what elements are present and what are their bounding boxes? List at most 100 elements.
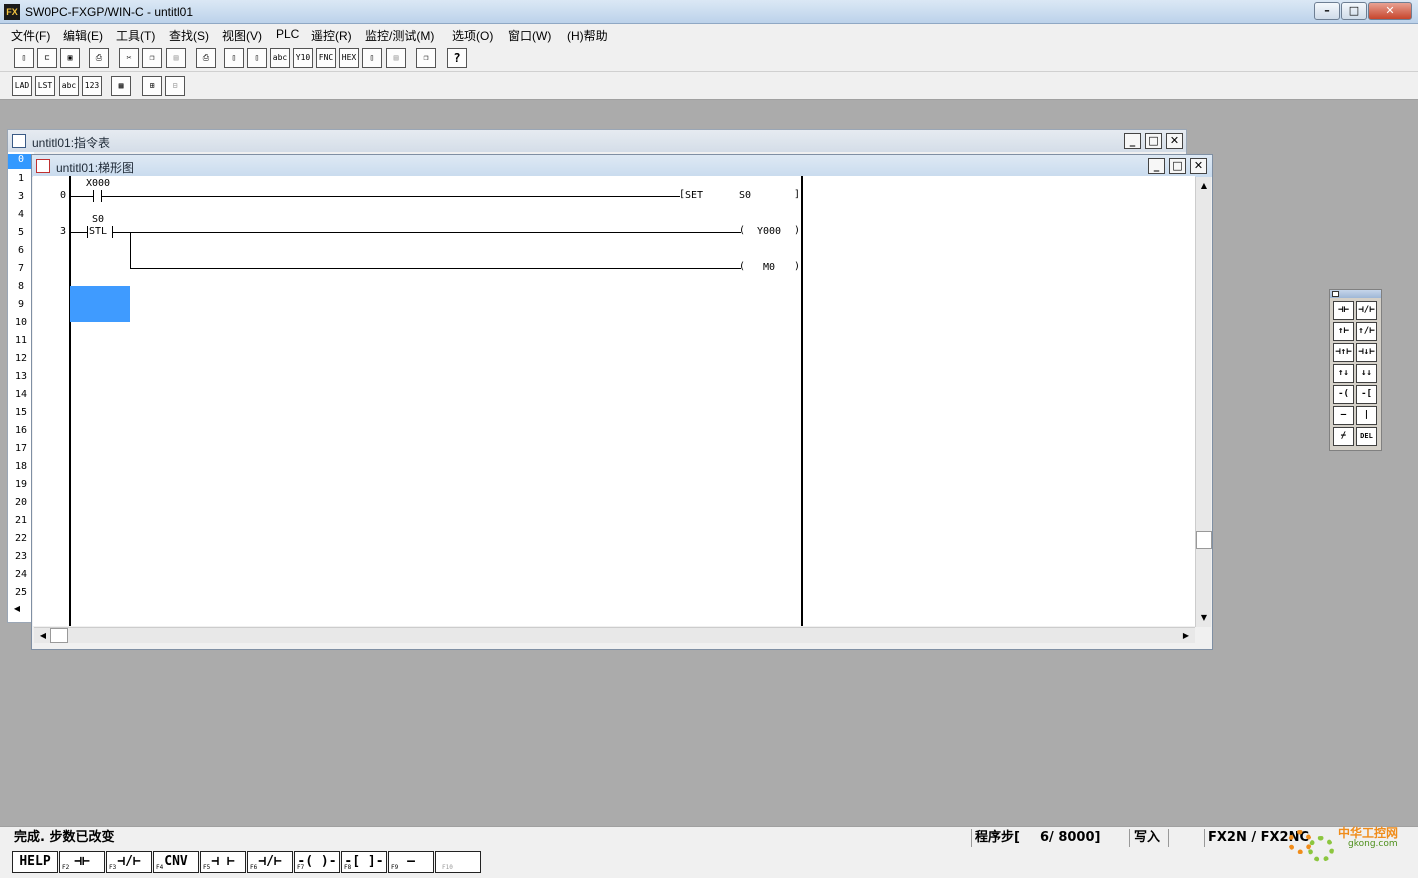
menu-view[interactable]: 视图(V)	[222, 27, 262, 44]
scroll-up-button[interactable]: ▲	[1197, 179, 1211, 193]
falling-edge-button[interactable]: ⊣↓⊢	[1356, 343, 1377, 362]
open-file-icon[interactable]: ⊏	[37, 48, 57, 68]
cut-icon[interactable]: ✂	[119, 48, 139, 68]
minimize-button[interactable]: –	[1314, 2, 1340, 20]
ladder-maximize-button[interactable]: □	[1169, 158, 1186, 174]
f8-instruction-key[interactable]: -[ ]- F8	[341, 851, 387, 873]
ladder-view-icon[interactable]: LAD	[12, 76, 32, 96]
fnc-icon[interactable]: FNC	[316, 48, 336, 68]
nc-contact-button[interactable]: ⊣/⊢	[1356, 301, 1377, 320]
parallel-rising-button[interactable]: ↑↓	[1333, 364, 1354, 383]
horizontal-line-button[interactable]: —	[1333, 406, 1354, 425]
instruction-list-icon[interactable]: LST	[35, 76, 55, 96]
f6-nc-key[interactable]: ⊣/⊢ F6	[247, 851, 293, 873]
comment-icon[interactable]: abc	[59, 76, 79, 96]
f9-line-key[interactable]: — F9	[388, 851, 434, 873]
new-file-icon[interactable]: ▯	[14, 48, 34, 68]
save-icon[interactable]: ▣	[60, 48, 80, 68]
parallel-falling-button[interactable]: ↓↓	[1356, 364, 1377, 383]
menu-file[interactable]: 文件(F)	[11, 27, 50, 44]
f3-nc-contact-key[interactable]: ⊣/⊢ F3	[106, 851, 152, 873]
f5-contact-key[interactable]: ⊣ ⊢ F5	[200, 851, 246, 873]
f2-contact-key[interactable]: ⊣⊢ F2	[59, 851, 105, 873]
list-minimize-button[interactable]: _	[1124, 133, 1141, 149]
ladder-close-button[interactable]: ✕	[1190, 158, 1207, 174]
delete-line-button[interactable]: DEL	[1356, 427, 1377, 446]
ladder-2-icon[interactable]: ⊞	[142, 76, 162, 96]
doc-2-icon[interactable]: ▯	[247, 48, 267, 68]
rung2-branch-vertical	[130, 232, 131, 268]
menu-monitor[interactable]: 监控/测试(M)	[365, 27, 434, 44]
list-scroll-left-button[interactable]: ◀	[10, 602, 24, 616]
parallel-no-button[interactable]: ↑⊢	[1333, 322, 1354, 341]
print-preview-icon[interactable]: ⎙	[196, 48, 216, 68]
rung2-wire-a	[71, 232, 87, 233]
instruction-button[interactable]: -[ ]-	[1356, 385, 1377, 404]
doc-3-icon[interactable]: ▯	[362, 48, 382, 68]
app-icon[interactable]: FX	[4, 4, 20, 20]
ladder-minimize-button[interactable]: _	[1148, 158, 1165, 174]
abc-icon[interactable]: abc	[270, 48, 290, 68]
rung1-instruction: SET	[685, 190, 704, 201]
ladder-horizontal-scrollbar[interactable]: ◀ ▶	[34, 627, 1195, 643]
ladder-diagram[interactable]: 0 X000 [ SET S0 ] 3 S0 STL ( Y000 ) ( M0…	[33, 176, 1195, 626]
menu-search[interactable]: 查找(S)	[169, 27, 209, 44]
no-contact-button[interactable]: ⊣⊢	[1333, 301, 1354, 320]
palette-title-bar[interactable]	[1330, 290, 1381, 298]
f9-number: F9	[391, 864, 399, 871]
rung2-step-number: 3	[60, 226, 67, 237]
ladder-cursor[interactable]	[70, 286, 130, 322]
grid-icon[interactable]: ▦	[111, 76, 131, 96]
f7-coil-key[interactable]: -( )- F7	[294, 851, 340, 873]
invert-button[interactable]: ⌿	[1333, 427, 1354, 446]
vertical-line-button[interactable]: |	[1356, 406, 1377, 425]
maximize-button[interactable]: □	[1341, 2, 1367, 20]
rung1-contact-left[interactable]	[93, 190, 94, 202]
ladder-vertical-scrollbar[interactable]: ▲ ▼	[1195, 177, 1212, 627]
print-icon[interactable]: ⎙	[89, 48, 109, 68]
scroll-left-button[interactable]: ◀	[36, 629, 50, 643]
f10-key[interactable]: F10	[435, 851, 481, 873]
close-button[interactable]: ✕	[1368, 2, 1412, 20]
parallel-nc-button[interactable]: ↑/⊢	[1356, 322, 1377, 341]
menu-options[interactable]: 选项(O)	[452, 27, 493, 44]
monitor-icon[interactable]: ▤	[386, 48, 406, 68]
f5-label: ⊣ ⊢	[211, 854, 235, 869]
scroll-thumb[interactable]	[1196, 531, 1212, 549]
menu-plc[interactable]: PLC	[276, 27, 299, 41]
menu-window[interactable]: 窗口(W)	[508, 27, 551, 44]
scroll-down-button[interactable]: ▼	[1197, 611, 1211, 625]
scroll-right-button[interactable]: ▶	[1179, 629, 1193, 643]
rung2-stl-left[interactable]	[87, 226, 88, 238]
y10-icon[interactable]: Y10	[293, 48, 313, 68]
menu-remote[interactable]: 遥控(R)	[311, 27, 352, 44]
palette-close-icon[interactable]	[1332, 291, 1339, 297]
numeric-icon[interactable]: 123	[82, 76, 102, 96]
hex-icon[interactable]: HEX	[339, 48, 359, 68]
rising-edge-button[interactable]: ⊣↑⊢	[1333, 343, 1354, 362]
ladder-3-icon[interactable]: ⊟	[165, 76, 185, 96]
f6-number: F6	[250, 864, 258, 871]
window-icon[interactable]: ❐	[416, 48, 436, 68]
menu-edit[interactable]: 编辑(E)	[63, 27, 103, 44]
help-icon[interactable]: ?	[447, 48, 467, 68]
rung2-coil2-label: M0	[763, 262, 776, 273]
f4-convert-key[interactable]: CNV F4	[153, 851, 199, 873]
copy-icon[interactable]: ❐	[142, 48, 162, 68]
list-maximize-button[interactable]: □	[1145, 133, 1162, 149]
instruction-palette: ⊣⊢ ⊣/⊢ ↑⊢ ↑/⊢ ⊣↑⊢ ⊣↓⊢ ↑↓ ↓↓ -( )- -[ ]- …	[1329, 289, 1382, 451]
rung2-instruction: STL	[89, 226, 108, 237]
menu-tools[interactable]: 工具(T)	[116, 27, 155, 44]
rung2-coil1-open: (	[739, 225, 746, 236]
left-power-rail	[69, 176, 71, 626]
f1-help-key[interactable]: HELP	[12, 851, 58, 873]
f4-label: CNV	[164, 854, 188, 869]
menu-help[interactable]: (H)帮助	[567, 27, 608, 44]
f4-number: F4	[156, 864, 164, 871]
coil-button[interactable]: -( )-	[1333, 385, 1354, 404]
hscroll-thumb[interactable]	[50, 628, 68, 643]
list-close-button[interactable]: ✕	[1166, 133, 1183, 149]
doc-1-icon[interactable]: ▯	[224, 48, 244, 68]
paste-icon[interactable]: ▤	[166, 48, 186, 68]
f6-label: ⊣/⊢	[258, 854, 282, 869]
